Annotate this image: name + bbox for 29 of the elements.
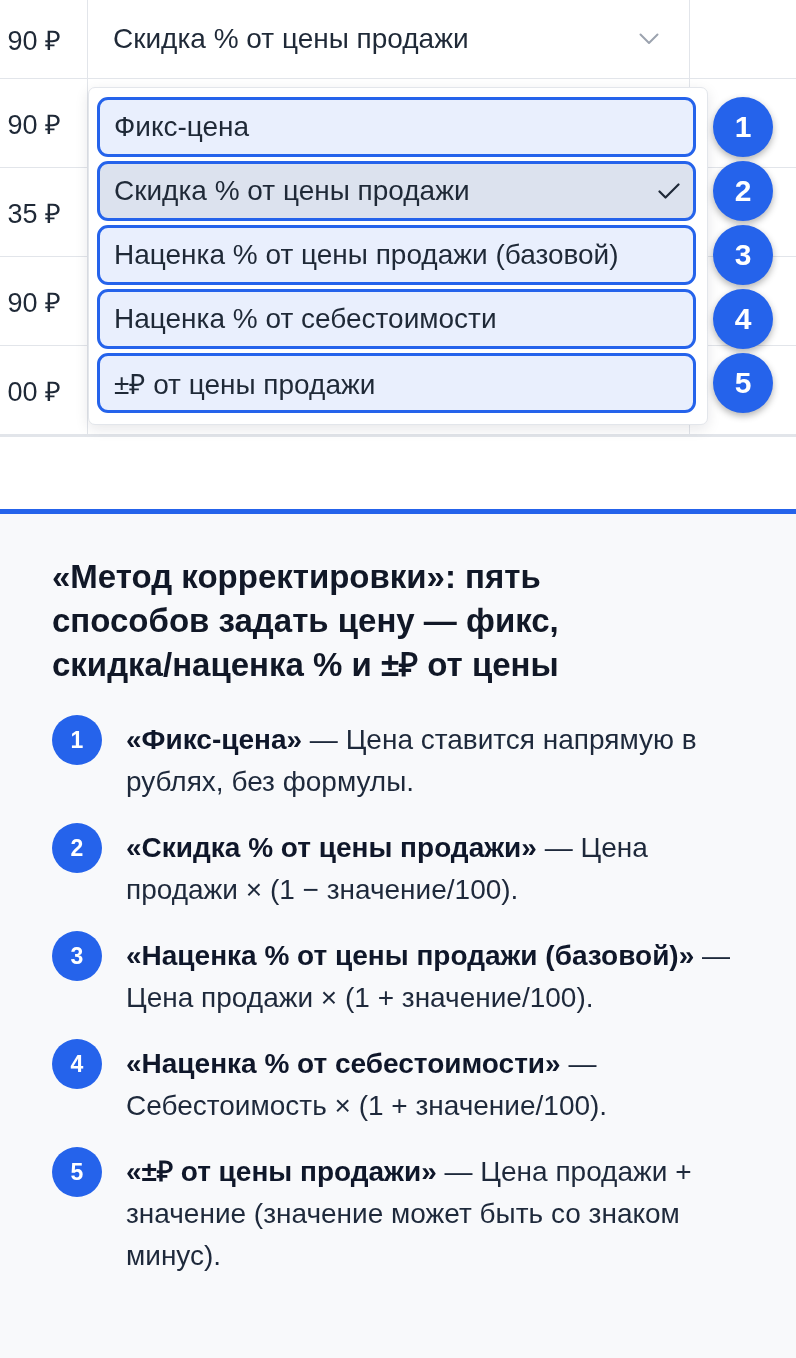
- price-value: 90 ₽: [7, 286, 61, 320]
- step-number-badge: 3: [52, 931, 102, 981]
- check-icon: [658, 183, 680, 199]
- callout-number-badge: 4: [713, 289, 773, 349]
- step-number-badge: 1: [52, 715, 102, 765]
- price-value: 35 ₽: [7, 197, 61, 231]
- chevron-down-icon: [639, 33, 659, 45]
- dropdown-option[interactable]: Фикс-цена: [97, 97, 696, 157]
- callout-number-badge: 5: [713, 353, 773, 413]
- method-select[interactable]: Скидка % от цены продажи: [88, 0, 689, 78]
- method-description: «±₽ от цены продажи» — Цена продажи + значение (значение может быть со знаком минус).: [126, 1155, 693, 1273]
- dropdown-option[interactable]: Наценка % от себестоимости: [97, 289, 696, 349]
- dropdown-option[interactable]: Скидка % от цены продажи: [97, 161, 696, 221]
- dropdown-option[interactable]: ±₽ от цены продажи: [97, 353, 696, 413]
- price-value: 90 ₽: [7, 24, 61, 58]
- dropdown-option[interactable]: Наценка % от цены продажи (базовой): [97, 225, 696, 285]
- callout-number-badge: 1: [713, 97, 773, 157]
- info-title: «Метод корректировки»: пять способов задать цену — фикс, скидка/наценка % и ±₽ от цены: [52, 557, 560, 685]
- method-description: «Фикс-цена» — Цена ставится напрямую в рублях, без формулы.: [126, 723, 698, 799]
- callout-number-badge: 2: [713, 161, 773, 221]
- step-number-badge: 4: [52, 1039, 102, 1089]
- step-number-badge: 5: [52, 1147, 102, 1197]
- step-number-badge: 2: [52, 823, 102, 873]
- method-description: «Наценка % от цены продажи (базовой)» — Цена продажи × (1 + значение/100).: [126, 939, 732, 1015]
- price-value: 90 ₽: [7, 108, 61, 142]
- callout-number-badge: 3: [713, 225, 773, 285]
- price-value: 00 ₽: [7, 375, 61, 409]
- method-description: «Наценка % от себестоимости» — Себестоимость × (1 + значение/100).: [126, 1047, 609, 1123]
- method-description: «Скидка % от цены продажи» — Цена продажи × (1 − значение/100).: [126, 831, 649, 907]
